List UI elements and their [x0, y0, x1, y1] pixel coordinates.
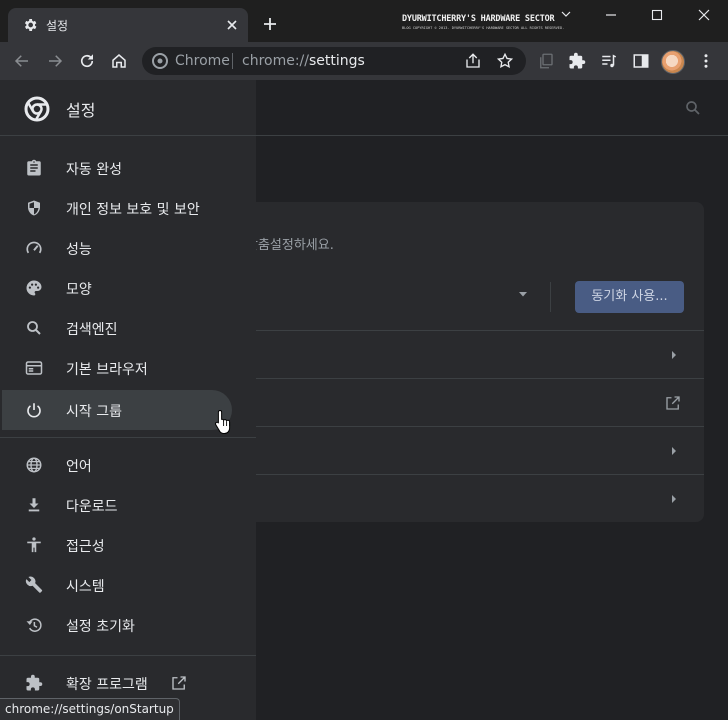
sidebar-item-label: 확장 프로그램 — [66, 677, 148, 693]
chevron-right-icon — [670, 350, 678, 360]
sidebar-item-downloads[interactable]: 다운로드 — [0, 485, 232, 525]
sidebar-item-label: 모양 — [66, 282, 92, 298]
window-close-icon[interactable] — [696, 7, 712, 23]
chevron-right-icon — [670, 446, 678, 456]
sidebar-item-performance[interactable]: 성능 — [0, 228, 232, 268]
you-and-google-card: 맞춤설정하세요. 동기화 사용... — [246, 202, 704, 522]
back-arrow-icon[interactable] — [13, 52, 31, 70]
account-dropdown-icon[interactable] — [518, 290, 528, 298]
download-icon — [25, 496, 43, 514]
sidebar-item-label: 접근성 — [66, 539, 105, 555]
sidebar-item-accessibility[interactable]: 접근성 — [0, 525, 232, 565]
tab-search-chevron-icon[interactable] — [558, 6, 574, 22]
sidebar-item-on-startup[interactable]: 시작 그룹 — [2, 390, 232, 430]
sidebar-item-label: 기본 브라우저 — [66, 362, 148, 378]
sidebar-item-extensions[interactable]: 확장 프로그램 — [0, 663, 232, 703]
profile-avatar[interactable] — [661, 50, 685, 74]
clipboard-icon — [25, 159, 43, 177]
status-url-bubble: chrome://settings/onStartup — [0, 698, 180, 720]
sidebar-item-label: 다운로드 — [66, 499, 118, 515]
sidebar-item-autofill[interactable]: 자동 완성 — [0, 148, 232, 188]
sidebar-item-label: 언어 — [66, 459, 92, 475]
url-scheme: chrome:// — [242, 53, 309, 69]
puzzle-icon — [25, 674, 43, 692]
banner-title: DYURWITCHERRY'S HARDWARE SECTOR — [402, 14, 555, 24]
reload-icon[interactable] — [78, 52, 96, 70]
url-host: settings — [309, 53, 365, 69]
sidebar-item-label: 검색엔진 — [66, 322, 118, 338]
sidebar-item-reset-settings[interactable]: 설정 초기화 — [0, 605, 232, 645]
sidebar-item-default-browser[interactable]: 기본 브라우저 — [0, 348, 232, 388]
address-bar[interactable]: Chrome chrome://settings — [142, 47, 526, 75]
site-chip: Chrome — [175, 53, 230, 69]
card-row-profile[interactable] — [246, 426, 704, 474]
sidebar-item-languages[interactable]: 언어 — [0, 445, 232, 485]
sidebar-item-label: 설정 초기화 — [66, 619, 135, 635]
more-menu-icon[interactable] — [697, 52, 715, 70]
sidebar-item-appearance[interactable]: 모양 — [0, 268, 232, 308]
maximize-icon[interactable] — [649, 7, 665, 23]
hand-cursor-icon — [214, 409, 234, 435]
globe-icon — [25, 456, 43, 474]
palette-icon — [25, 279, 43, 297]
sidebar-item-label: 성능 — [66, 242, 92, 258]
external-link-icon — [170, 674, 188, 692]
side-panel-icon[interactable] — [632, 52, 650, 70]
power-icon — [25, 401, 43, 419]
bookmark-star-icon[interactable] — [496, 52, 514, 70]
media-control-icon[interactable] — [600, 52, 618, 70]
shield-icon — [25, 199, 43, 217]
accessibility-icon — [25, 536, 43, 554]
restore-icon — [25, 616, 43, 634]
search-icon — [25, 319, 43, 337]
sidebar-item-system[interactable]: 시스템 — [0, 565, 232, 605]
copy-icon[interactable] — [537, 52, 555, 70]
chrome-logo-icon — [152, 53, 168, 69]
url-text: chrome://settings — [242, 53, 365, 69]
sidebar-item-label: 시작 그룹 — [66, 404, 122, 420]
wrench-icon — [25, 576, 43, 594]
sidebar-item-search-engine[interactable]: 검색엔진 — [0, 308, 232, 348]
extensions-puzzle-icon[interactable] — [568, 52, 586, 70]
gear-icon — [22, 17, 38, 33]
omnibox-separator — [232, 53, 233, 69]
drawer-header: 설정 — [0, 80, 256, 136]
drawer-title: 설정 — [66, 101, 96, 120]
settings-drawer: 설정 자동 완성 개인 정보 보호 및 보안 성능 모양 검색엔진 기본 브라우… — [0, 80, 256, 720]
new-tab-button[interactable] — [262, 16, 278, 32]
card-description: 맞춤설정하세요. — [246, 238, 334, 253]
share-icon[interactable] — [464, 52, 482, 70]
forward-arrow-icon[interactable] — [46, 52, 64, 70]
card-row-google-account[interactable] — [246, 378, 704, 426]
blog-banner: DYURWITCHERRY'S HARDWARE SECTOR BLOG COP… — [402, 14, 565, 36]
search-icon[interactable] — [684, 99, 702, 117]
tab-title: 설정 — [46, 19, 69, 33]
drawer-divider — [0, 655, 256, 656]
title-bar: 설정 DYURWITCHERRY'S HARDWARE SECTOR BLOG … — [0, 0, 728, 42]
sync-button[interactable]: 동기화 사용... — [575, 281, 684, 313]
speedometer-icon — [25, 239, 43, 257]
chrome-logo-icon — [24, 96, 50, 122]
close-icon[interactable] — [224, 17, 240, 33]
browser-icon — [25, 359, 43, 377]
card-row-import[interactable] — [246, 474, 704, 522]
minimize-icon[interactable] — [603, 7, 619, 23]
browser-toolbar: Chrome chrome://settings — [0, 42, 728, 80]
banner-subtitle: BLOG COPYRIGHT © 2013. DYURWITCHERRY'S H… — [402, 26, 565, 30]
card-row-sync[interactable] — [246, 330, 704, 378]
home-icon[interactable] — [110, 52, 128, 70]
sidebar-item-label: 개인 정보 보호 및 보안 — [66, 202, 200, 218]
chevron-right-icon — [670, 494, 678, 504]
external-link-icon — [664, 394, 682, 412]
card-separator — [550, 282, 551, 312]
sidebar-item-privacy[interactable]: 개인 정보 보호 및 보안 — [0, 188, 232, 228]
drawer-divider — [0, 437, 256, 438]
sidebar-item-label: 자동 완성 — [66, 162, 122, 178]
sidebar-item-label: 시스템 — [66, 579, 105, 595]
tab-settings[interactable]: 설정 — [8, 8, 248, 42]
